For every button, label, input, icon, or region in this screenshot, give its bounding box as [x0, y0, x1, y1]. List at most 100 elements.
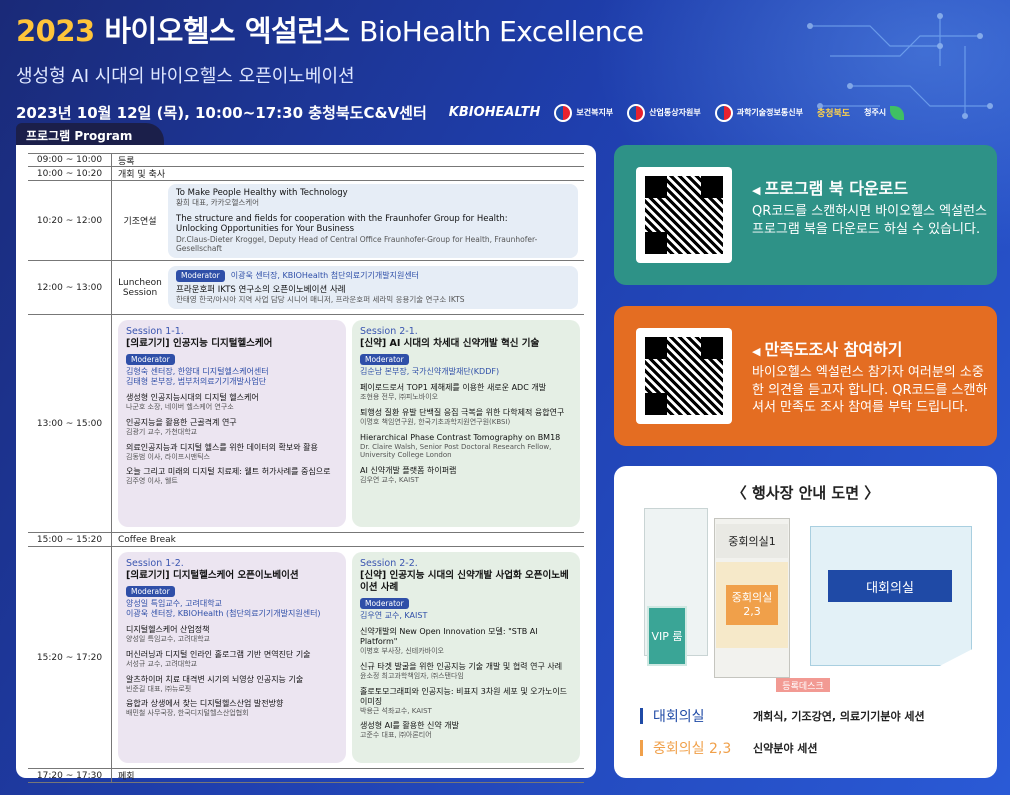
legend-color: [640, 740, 643, 756]
card-body: 바이오헬스 엑설런스 참가자 여러분의 소중한 의견을 듣고자 합니다. QR코…: [752, 365, 988, 416]
triangle-left-icon: ◀: [752, 345, 761, 358]
legend-item: 대회의실 개회식, 기조강연, 의료기기분야 세션: [640, 706, 925, 726]
agenda-cell: Coffee Break: [118, 534, 176, 545]
lunch-box: Moderator 이광욱 센터장, KBIOHealth 첨단의료기기개발지원센…: [168, 266, 578, 309]
time-cell: 15:20 ~ 17:20: [28, 547, 112, 768]
room-main-hall: 대회의실: [828, 570, 952, 602]
talk-item: 디지털헬스케어 산업정책 양성일 특임교수, 고려대학교: [126, 625, 210, 644]
qr-code-icon[interactable]: [636, 167, 732, 263]
session-1-2: Session 1-2. [의료기기] 디지털헬스케어 오픈이노베이션 Mode…: [118, 552, 346, 763]
header: 2023 바이오헬스 엑설런스 BioHealth Excellence 생성형…: [16, 8, 994, 123]
survey-card[interactable]: ◀ 만족도조사 참여하기 바이오헬스 엑설런스 참가자 여러분의 소중한 의견을 …: [614, 306, 997, 446]
moderators: Moderator 양성일 특임교수, 고려대학교 이광욱 센터장, KBIOH…: [126, 585, 321, 619]
government-emblem-icon: [714, 103, 733, 122]
info-row: 2023년 10월 12일 (목), 10:00~17:30 충청북도C&V센터…: [16, 102, 994, 123]
card-body: QR코드를 스캔하시면 바이오헬스 엑설런스 프로그램 북을 다운로드 하실 수…: [752, 204, 987, 237]
talk-title: 프라운호퍼 IKTS 연구소의 오픈이노베이션 사례: [176, 284, 346, 295]
talk-item: 페이로드로서 TOP1 제해제를 이용한 새로운 ADC 개발 조현용 전무, ㈜…: [360, 383, 547, 402]
moderator-badge: Moderator: [176, 270, 225, 282]
session-number: Session 1-1.: [126, 326, 184, 337]
session-number: Session 1-2.: [126, 558, 184, 569]
legend-item: 중회의실 2,3 신약분야 세션: [640, 738, 818, 758]
moderator-badge: Moderator: [126, 353, 175, 366]
session-number: Session 2-1.: [360, 326, 418, 337]
talk-item: 인공지능을 활용한 근골격계 연구 김광기 교수, 가천대학교: [126, 417, 237, 436]
card-title: ◀ 프로그램 북 다운로드: [752, 179, 909, 198]
moderators: Moderator 김순남 본부장, 국가신약개발재단(KDDF): [360, 353, 500, 377]
event-title-en: BioHealth Excellence: [359, 15, 644, 48]
event-title: 2023 바이오헬스 엑설런스 BioHealth Excellence: [16, 8, 994, 50]
time-cell: 17:20 ~ 17:30: [28, 769, 112, 782]
government-emblem-icon: [627, 103, 646, 122]
session-1-1: Session 1-1. [의료기기] 인공지능 디지털헬스케어 Moderat…: [118, 320, 346, 527]
program-table: 09:00 ~ 10:00 등록 10:00 ~ 10:20 개회 및 축사 1…: [16, 145, 596, 783]
talk-item: 신약개발의 New Open Innovation 모델: "STB AI Pl…: [360, 627, 538, 655]
map-title: 〈 행사장 안내 도면 〉: [731, 484, 880, 502]
event-date-venue: 2023년 10월 12일 (목), 10:00~17:30 충청북도C&V센터: [16, 104, 427, 122]
program-tab: 프로그램 Program: [16, 123, 164, 145]
keynote-label: 기조연설: [123, 217, 157, 227]
moderators: Moderator 김우연 교수, KAIST: [360, 597, 428, 620]
time-cell: 10:20 ~ 12:00: [28, 181, 112, 260]
triangle-left-icon: ◀: [752, 184, 761, 197]
session-title: [신약] 인공지능 시대의 신약개발 사업화 오픈이노베이션 사례: [360, 569, 569, 593]
talk-item: 생성형 인공지능시대의 디지털 헬스케어 나군호 소장, 네이버 헬스케어 연구소: [126, 393, 259, 412]
table-row-lunch: 12:00 ~ 13:00 Luncheon Session Moderator 이…: [28, 261, 584, 315]
time-cell: 13:00 ~ 15:00: [28, 315, 112, 532]
talk-item: 알츠하이머 치료 대격변 시기의 뇌영상 인공지능 기술 빈준길 대표, ㈜뉴로핏: [126, 674, 304, 693]
venue-map-card: 〈 행사장 안내 도면 〉 VIP 룸 중회의실1 중회의실 2,3 대회의실 …: [614, 466, 997, 778]
agenda-cell: 폐회: [118, 772, 135, 782]
table-row: 10:00 ~ 10:20 개회 및 축사: [28, 167, 584, 181]
time-cell: 09:00 ~ 10:00: [28, 154, 112, 166]
chungbuk-logo: 충청북도: [816, 109, 851, 119]
talk-speaker: Dr.Claus-Dieter Kroggel, Deputy Head of …: [176, 234, 538, 254]
time-cell: 12:00 ~ 13:00: [28, 261, 112, 314]
table-row: 15:00 ~ 15:20 Coffee Break: [28, 533, 584, 547]
leaf-icon: [890, 105, 905, 120]
moderators: Moderator 김형숙 센터장, 한양대 디지털헬스케어센터 김태형 본부장…: [126, 353, 269, 387]
moderator-badge: Moderator: [360, 597, 409, 609]
session-2-1: Session 2-1. [신약] AI 시대의 차세대 신약개발 혁신 기술 …: [352, 320, 580, 527]
agenda-cell: 등록: [118, 156, 135, 167]
registration-desk: 등록데스크: [776, 678, 830, 692]
table-row-session1: 13:00 ~ 15:00 Session 1-1. [의료기기] 인공지능 디…: [28, 315, 584, 533]
talk-title: To Make People Healthy with Technology: [176, 187, 348, 198]
talk-title: Unlocking Opportunities for Your Busines…: [176, 224, 355, 235]
talk-item: 머신러닝과 디지털 인라인 홀로그램 기반 면역진단 기술 서성규 교수, 고려대…: [126, 649, 311, 668]
card-title: ◀ 만족도조사 참여하기: [752, 340, 903, 359]
table-row-keynote: 10:20 ~ 12:00 기조연설 To Make People Health…: [28, 181, 584, 261]
time-cell: 10:00 ~ 10:20: [28, 167, 112, 180]
talk-item: 오늘 그리고 미래의 디지털 치료제: 웰트 허가사례를 중심으로 김주영 이사,…: [126, 467, 331, 486]
talk-item: AI 신약개발 플랫폼 하이퍼랩 김우연 교수, KAIST: [360, 466, 457, 485]
msit-logo: 과학기술정보통신부: [714, 103, 803, 122]
session-title: [의료기기] 인공지능 디지털헬스케어: [126, 337, 273, 349]
talk-item: 생성형 AI를 활용한 신약 개발 고준수 대표, ㈜아론티어: [360, 721, 459, 740]
talk-title: The structure and fields for cooperation…: [176, 213, 508, 224]
session-title: [의료기기] 디지털헬스케어 오픈이노베이션: [126, 569, 299, 581]
moderator-badge: Moderator: [360, 353, 409, 366]
program-book-download-card[interactable]: ◀ 프로그램 북 다운로드 QR코드를 스캔하시면 바이오헬스 엑설런스 프로그램…: [614, 145, 997, 285]
event-subtitle: 생성형 AI 시대의 바이오헬스 오픈이노베이션: [16, 66, 355, 87]
talk-item: 퇴행성 질환 유발 단백질 응집 극복을 위한 다학제적 융합연구 이명호 책임연…: [360, 407, 565, 426]
session-number: Session 2-2.: [360, 558, 418, 569]
talk-item: 의료인공지능과 디지털 헬스를 위한 데이터의 확보와 활용 김동범 이사, 라이…: [126, 442, 318, 461]
talk-item: 홀로토모그래피와 인공지능: 비표지 3차원 세포 및 오가노이드 이미징 박용근…: [360, 686, 568, 715]
event-title-ko: 바이오헬스 엑설런스: [104, 14, 350, 48]
talk-speaker: 황희 대표, 카카오헬스케어: [176, 198, 260, 208]
agenda-cell: 개회 및 축사: [118, 170, 166, 180]
table-row: 09:00 ~ 10:00 등록: [28, 153, 584, 167]
room-medium-2-3: 중회의실 2,3: [716, 562, 788, 648]
room-medium-1: 중회의실1: [716, 524, 788, 558]
time-cell: 15:00 ~ 15:20: [28, 533, 112, 546]
session-2-2: Session 2-2. [신약] 인공지능 시대의 신약개발 사업화 오픈이노…: [352, 552, 580, 763]
lunch-label: Luncheon Session: [118, 277, 162, 298]
talk-item: Hierarchical Phase Contrast Tomography o…: [360, 432, 561, 460]
room-vip: VIP 룸: [647, 606, 687, 666]
keynote-box: To Make People Healthy with Technology 황…: [168, 183, 578, 258]
qr-code-icon[interactable]: [636, 328, 732, 424]
session-pair: Session 1-2. [의료기기] 디지털헬스케어 오픈이노베이션 Mode…: [112, 547, 584, 768]
kbiohealth-logo: KBIOHEALTH: [448, 105, 541, 120]
event-year: 2023: [16, 14, 95, 48]
sponsor-logos: KBIOHEALTH 보건복지부 산업통상자원부 과학기술정보통신부 충청북도 …: [448, 103, 905, 122]
session-pair: Session 1-1. [의료기기] 인공지능 디지털헬스케어 Moderat…: [112, 315, 584, 532]
